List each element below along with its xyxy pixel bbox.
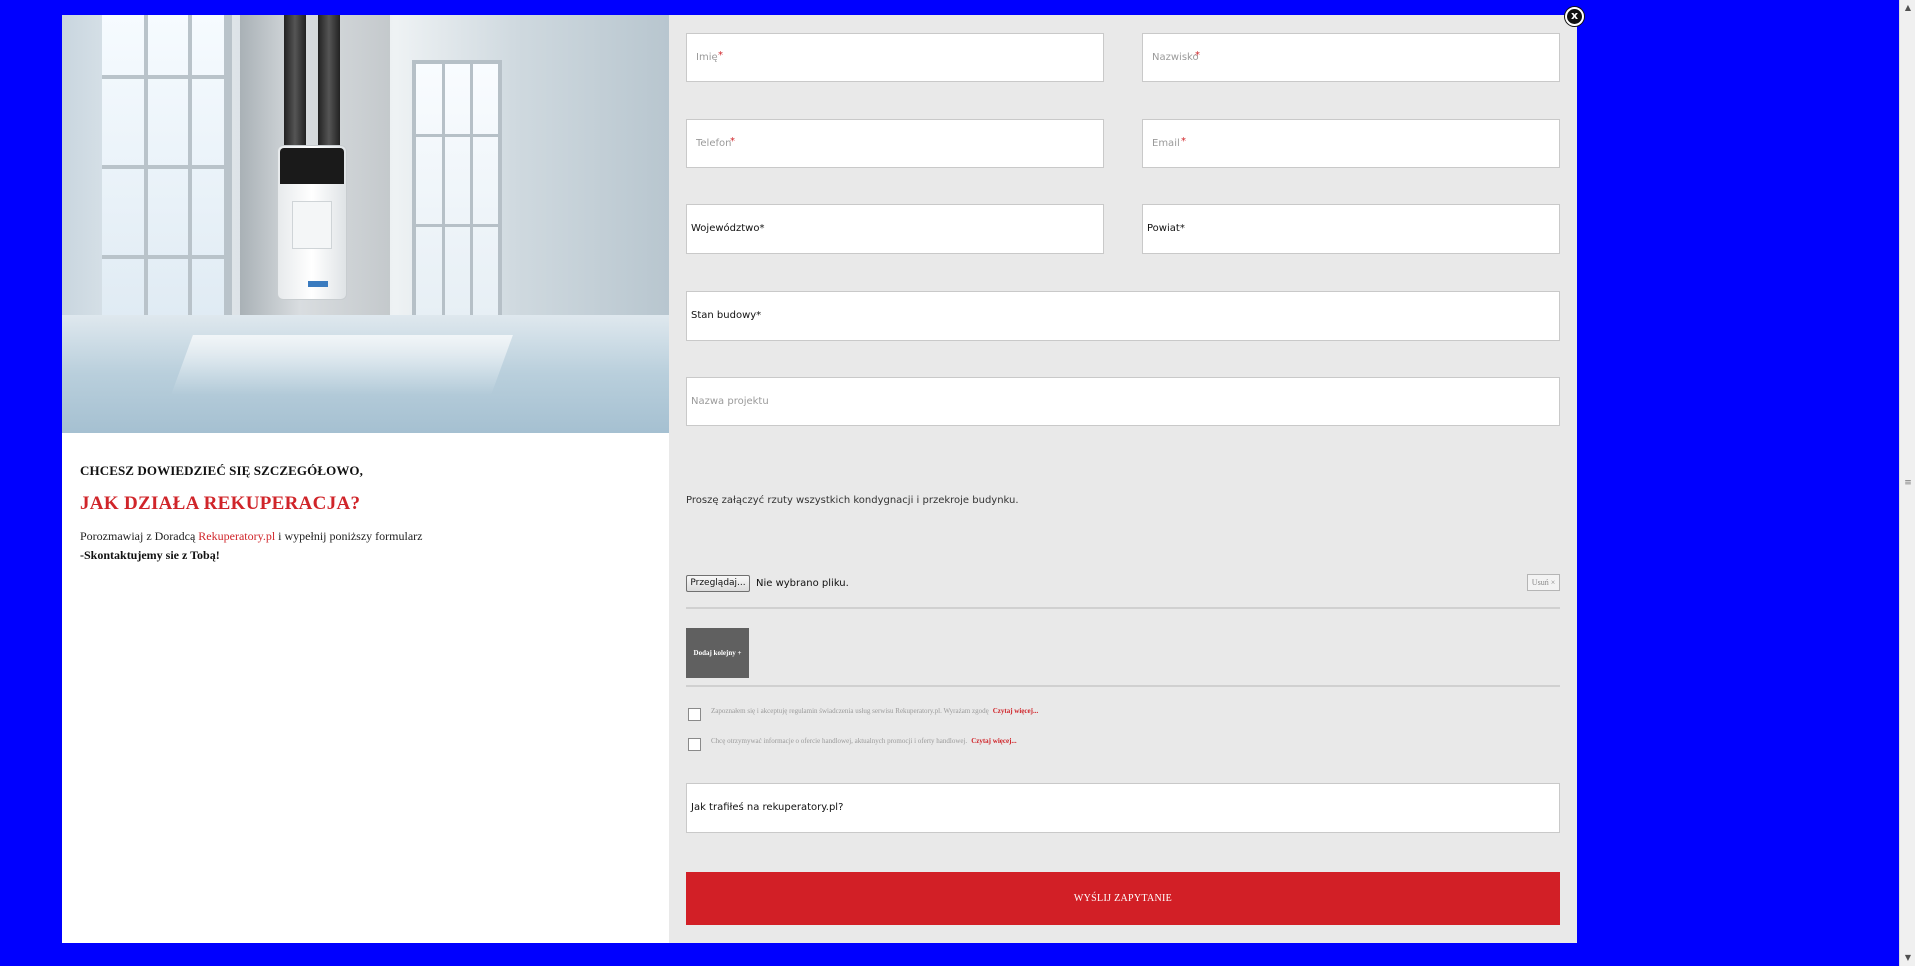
contact-form: * * * * Województwo* Powiat* Stan budowy… bbox=[669, 15, 1577, 943]
voivodeship-label: Województwo bbox=[691, 223, 760, 234]
voivodeship-select[interactable]: Województwo* bbox=[686, 204, 1104, 254]
required-mark: * bbox=[759, 223, 765, 234]
hero-duct bbox=[284, 15, 306, 145]
file-status: Nie wybrano pliku. bbox=[756, 578, 849, 589]
scroll-down-arrow-icon[interactable]: ▼ bbox=[1900, 950, 1915, 966]
remove-file-button[interactable]: Usuń × bbox=[1527, 574, 1560, 591]
first-name-field[interactable]: * bbox=[686, 33, 1104, 82]
phone-input[interactable] bbox=[687, 120, 1103, 167]
required-mark: * bbox=[756, 310, 762, 321]
project-name-input[interactable] bbox=[687, 378, 1559, 425]
scroll-grip-icon[interactable]: ≡ bbox=[1902, 478, 1914, 488]
first-name-input[interactable] bbox=[687, 34, 1103, 81]
build-stage-label: Stan budowy bbox=[691, 310, 757, 321]
terms-checkbox[interactable] bbox=[688, 708, 701, 721]
terms-consent-text: Zapoznałem się i akceptuję regulamin świ… bbox=[711, 707, 989, 715]
close-modal-button[interactable]: x bbox=[1565, 7, 1584, 26]
project-name-field[interactable] bbox=[686, 377, 1560, 426]
marketing-consent-text: Chcę otrzymywać informacje o ofercie han… bbox=[711, 737, 968, 745]
marketing-read-more-link[interactable]: Czytaj więcej... bbox=[971, 737, 1016, 745]
phone-field[interactable]: * bbox=[686, 119, 1104, 168]
marketing-checkbox[interactable] bbox=[688, 738, 701, 751]
divider bbox=[686, 607, 1560, 609]
promo-body: Porozmawiaj z Doradcą Rekuperatory.pl i … bbox=[80, 527, 650, 565]
file-upload-row: Przeglądaj... Nie wybrano pliku. Usuń × bbox=[686, 574, 1560, 594]
browse-file-button[interactable]: Przeglądaj... bbox=[686, 575, 750, 592]
required-mark: * bbox=[1179, 223, 1185, 234]
email-input[interactable] bbox=[1143, 120, 1559, 167]
scroll-up-arrow-icon[interactable]: ▲ bbox=[1900, 0, 1915, 16]
rekuperatory-link[interactable]: Rekuperatory.pl bbox=[198, 529, 275, 543]
promo-cta: -Skontaktujemy sie z Tobą! bbox=[80, 548, 220, 562]
recuperator-unit-image bbox=[277, 145, 347, 300]
submit-button[interactable]: WYŚLIJ ZAPYTANIE bbox=[686, 872, 1560, 925]
hero-window-left bbox=[102, 15, 232, 355]
email-field[interactable]: * bbox=[1142, 119, 1560, 168]
last-name-field[interactable]: * bbox=[1142, 33, 1560, 82]
divider bbox=[686, 685, 1560, 687]
county-label: Powiat bbox=[1147, 223, 1180, 234]
promo-heading: CHCESZ DOWIEDZIEĆ SIĘ SZCZEGÓŁOWO, bbox=[80, 463, 363, 478]
promo-panel: CHCESZ DOWIEDZIEĆ SIĘ SZCZEGÓŁOWO, JAK D… bbox=[62, 15, 669, 943]
hero-duct bbox=[318, 15, 340, 145]
attachment-info: Proszę załączyć rzuty wszystkich kondygn… bbox=[686, 495, 1019, 506]
build-stage-select[interactable]: Stan budowy* bbox=[686, 291, 1560, 341]
contact-modal: CHCESZ DOWIEDZIEĆ SIĘ SZCZEGÓŁOWO, JAK D… bbox=[62, 15, 1577, 943]
referral-select[interactable]: Jak trafiłeś na rekuperatory.pl? bbox=[686, 783, 1560, 833]
promo-body-text: i wypełnij poniższy formularz bbox=[275, 529, 423, 543]
page-scrollbar[interactable]: ▲ ≡ ▼ bbox=[1899, 0, 1915, 966]
last-name-input[interactable] bbox=[1143, 34, 1559, 81]
county-select[interactable]: Powiat* bbox=[1142, 204, 1560, 254]
add-another-file-button[interactable]: Dodaj kolejny + bbox=[686, 628, 749, 678]
hero-image bbox=[62, 15, 669, 433]
promo-body-text: Porozmawiaj z Doradcą bbox=[80, 529, 199, 543]
promo-text: CHCESZ DOWIEDZIEĆ SIĘ SZCZEGÓŁOWO, JAK D… bbox=[80, 463, 650, 565]
referral-label: Jak trafiłeś na rekuperatory.pl? bbox=[691, 802, 844, 813]
promo-title: JAK DZIAŁA REKUPERACJA? bbox=[80, 493, 361, 514]
terms-read-more-link[interactable]: Czytaj więcej... bbox=[993, 707, 1038, 715]
